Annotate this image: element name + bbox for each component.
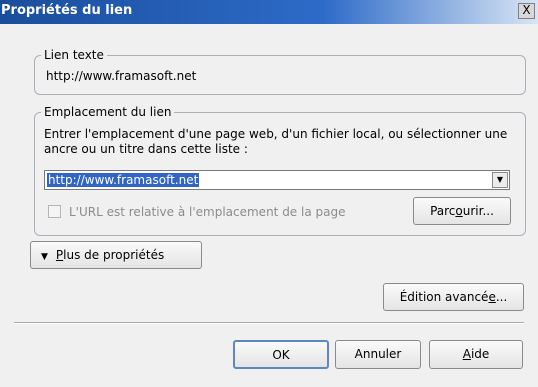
dialog-title: Propriétés du lien <box>1 3 133 18</box>
link-properties-dialog: Propriétés du lien X Lien texte http://w… <box>0 0 538 387</box>
url-input-value[interactable]: http://www.framasoft.net <box>47 173 200 187</box>
browse-label-key: o <box>455 204 463 218</box>
title-bar[interactable]: Propriétés du lien X <box>0 0 538 24</box>
advanced-edit-button[interactable]: Édition avancée... <box>383 283 524 311</box>
advanced-label-pre: Édition avancé <box>399 290 489 304</box>
browse-button[interactable]: Parcourir... <box>413 197 511 225</box>
link-text-value: http://www.framasoft.net <box>46 69 197 83</box>
ok-label: OK <box>272 348 290 362</box>
more-properties-label: lus de propriétés <box>63 248 165 262</box>
browse-label-pre: Parc <box>430 204 456 218</box>
relative-url-label: L'URL est relative à l'emplacement de la… <box>69 205 346 219</box>
more-properties-button[interactable]: ▼ Plus de propriétés <box>30 241 202 269</box>
footer-separator <box>14 322 524 324</box>
dropdown-arrow-icon[interactable]: ▼ <box>492 172 508 188</box>
link-text-legend: Lien texte <box>41 48 107 62</box>
advanced-label-key: e <box>488 290 496 304</box>
help-label-rest: ide <box>470 347 490 361</box>
close-button[interactable]: X <box>518 3 535 19</box>
browse-label-post: urir... <box>462 204 494 218</box>
link-text-group: Lien texte http://www.framasoft.net <box>34 48 526 95</box>
ok-button[interactable]: OK <box>233 340 329 369</box>
relative-url-checkbox[interactable] <box>48 205 61 218</box>
help-button[interactable]: Aide <box>429 340 523 369</box>
link-location-legend: Emplacement du lien <box>41 105 175 119</box>
cancel-label: Annuler <box>354 347 402 361</box>
location-instructions: Entrer l'emplacement d'une page web, d'u… <box>44 127 508 156</box>
advanced-label-post: ... <box>495 290 508 304</box>
url-combobox[interactable]: http://www.framasoft.net ▼ <box>44 170 510 190</box>
close-icon: X <box>522 3 531 17</box>
cancel-button[interactable]: Annuler <box>335 340 421 369</box>
help-label-key: A <box>462 347 471 361</box>
triangle-down-icon: ▼ <box>41 252 48 262</box>
